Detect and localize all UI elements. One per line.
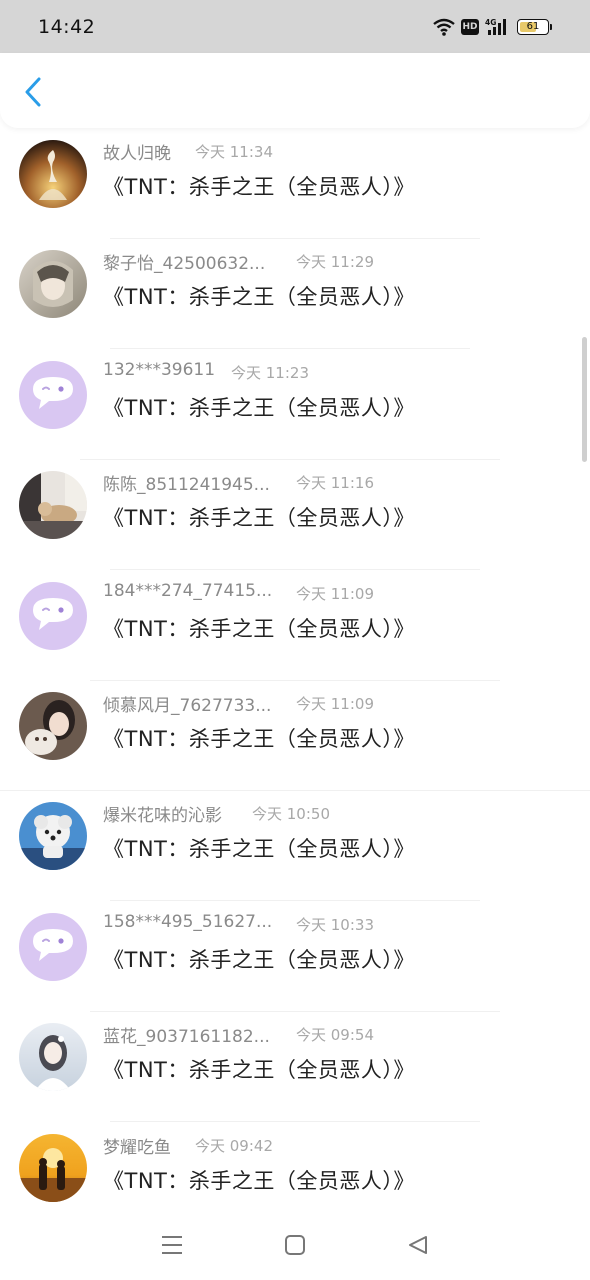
list-item[interactable]: 158***495_51627... 今天 10:33 《TNT：杀手之王（全员恶人… bbox=[0, 902, 590, 1012]
list-item[interactable]: 132***39611 今天 11:23 《TNT：杀手之王（全员恶人）》 bbox=[0, 350, 590, 460]
list-item[interactable]: 爆米花味的沁影 今天 10:50 《TNT：杀手之王（全员恶人）》 bbox=[0, 791, 590, 902]
scrollbar[interactable] bbox=[582, 337, 587, 462]
list-item[interactable]: 黎子怡_42500632... 今天 11:29 《TNT：杀手之王（全员恶人）》 bbox=[0, 239, 590, 350]
message-time: 今天 09:54 bbox=[296, 1026, 374, 1045]
message-time: 今天 10:50 bbox=[252, 805, 330, 824]
status-icons: HD 4G 61 bbox=[433, 18, 552, 36]
avatar[interactable] bbox=[19, 360, 87, 429]
battery-level: 61 bbox=[526, 21, 540, 32]
user-name[interactable]: 爆米花味的沁影 bbox=[103, 801, 222, 826]
back-triangle-icon bbox=[409, 1236, 428, 1254]
status-bar: 14:42 HD 4G 61 bbox=[0, 0, 590, 53]
message-text: 《TNT：杀手之王（全员恶人）》 bbox=[103, 285, 415, 310]
avatar[interactable] bbox=[19, 692, 87, 760]
message-list[interactable]: 故人归晚 今天 11:34 《TNT：杀手之王（全员恶人）》 黎子怡_42500632… bbox=[0, 128, 590, 1210]
list-item[interactable]: 184***274_77415... 今天 11:09 《TNT：杀手之王（全员恶人… bbox=[0, 571, 590, 681]
avatar[interactable] bbox=[19, 471, 87, 540]
message-time: 今天 11:09 bbox=[296, 584, 374, 603]
hd-icon: HD bbox=[461, 18, 479, 35]
list-item[interactable]: 陈陈_8511241945... 今天 11:16 《TNT：杀手之王（全员恶人）》 bbox=[0, 460, 590, 571]
battery: 61 bbox=[517, 18, 549, 35]
battery-icon: 61 bbox=[517, 18, 552, 35]
home-button[interactable] bbox=[275, 1225, 315, 1265]
message-text: 《TNT：杀手之王（全员恶人）》 bbox=[103, 727, 415, 751]
message-time: 今天 11:29 bbox=[296, 253, 374, 272]
home-square-icon bbox=[284, 1235, 305, 1255]
avatar[interactable] bbox=[19, 1133, 87, 1202]
avatar[interactable] bbox=[19, 1023, 87, 1092]
avatar[interactable] bbox=[19, 250, 87, 319]
status-time: 14:42 bbox=[38, 15, 96, 38]
avatar[interactable] bbox=[19, 581, 87, 650]
message-text: 《TNT：杀手之王（全员恶人）》 bbox=[103, 175, 415, 199]
user-name[interactable]: 184***274_77415... bbox=[103, 581, 272, 601]
back-button[interactable] bbox=[18, 75, 48, 109]
system-nav-bar bbox=[0, 1210, 590, 1280]
message-text: 《TNT：杀手之王（全员恶人）》 bbox=[103, 616, 415, 641]
wifi-icon bbox=[433, 18, 455, 36]
menu-icon bbox=[161, 1236, 182, 1254]
message-text: 《TNT：杀手之王（全员恶人）》 bbox=[103, 506, 415, 531]
signal-4g-icon: 4G bbox=[485, 18, 511, 36]
list-item[interactable]: 倾慕风月_7627733... 今天 11:09 《TNT：杀手之王（全员恶人）》 bbox=[0, 681, 590, 791]
avatar[interactable] bbox=[19, 140, 87, 208]
message-time: 今天 11:23 bbox=[231, 363, 309, 382]
user-name[interactable]: 158***495_51627... bbox=[103, 912, 272, 932]
user-name[interactable]: 故人归晚 bbox=[103, 139, 171, 164]
message-text: 《TNT：杀手之王（全员恶人）》 bbox=[103, 1058, 415, 1083]
message-time: 今天 10:33 bbox=[296, 915, 374, 934]
message-text: 《TNT：杀手之王（全员恶人）》 bbox=[103, 837, 415, 862]
header bbox=[0, 53, 590, 128]
user-name[interactable]: 黎子怡_42500632... bbox=[103, 249, 265, 274]
user-name[interactable]: 梦耀吃鱼 bbox=[103, 1133, 171, 1158]
message-time: 今天 11:16 bbox=[296, 474, 374, 493]
user-name[interactable]: 倾慕风月_7627733... bbox=[103, 691, 271, 716]
avatar[interactable] bbox=[19, 912, 87, 981]
chevron-left-icon bbox=[25, 77, 41, 107]
message-text: 《TNT：杀手之王（全员恶人）》 bbox=[103, 395, 415, 420]
message-text: 《TNT：杀手之王（全员恶人）》 bbox=[103, 947, 415, 972]
message-time: 今天 09:42 bbox=[195, 1136, 273, 1155]
avatar[interactable] bbox=[19, 802, 87, 871]
battery-cap bbox=[550, 23, 552, 30]
back-nav-button[interactable] bbox=[398, 1225, 438, 1265]
message-time: 今天 11:09 bbox=[296, 695, 374, 713]
message-time: 今天 11:34 bbox=[195, 143, 273, 161]
user-name[interactable]: 132***39611 bbox=[103, 360, 215, 380]
list-item[interactable]: 故人归晚 今天 11:34 《TNT：杀手之王（全员恶人）》 bbox=[0, 129, 590, 239]
message-text: 《TNT：杀手之王（全员恶人）》 bbox=[103, 1168, 415, 1193]
list-item[interactable]: 蓝花_9037161182... 今天 09:54 《TNT：杀手之王（全员恶人）》 bbox=[0, 1012, 590, 1123]
menu-button[interactable] bbox=[152, 1225, 192, 1265]
user-name[interactable]: 蓝花_9037161182... bbox=[103, 1022, 270, 1047]
network-label: 4G bbox=[485, 18, 496, 27]
user-name[interactable]: 陈陈_8511241945... bbox=[103, 470, 270, 495]
list-item[interactable]: 梦耀吃鱼 今天 09:42 《TNT：杀手之王（全员恶人）》 bbox=[0, 1123, 590, 1210]
